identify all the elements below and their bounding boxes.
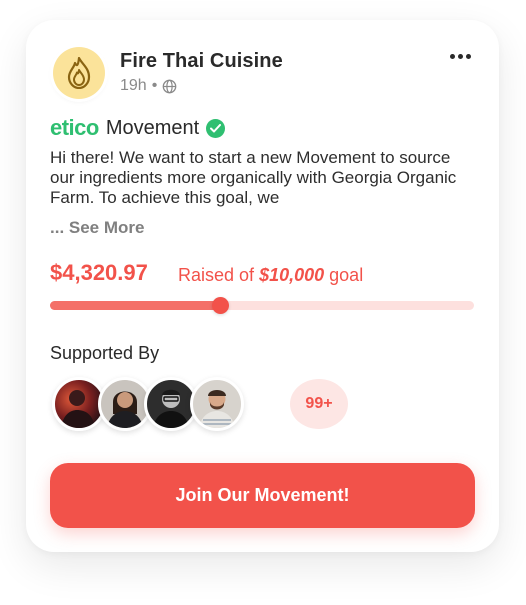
movement-description: Hi there! We want to start a new Movemen… (50, 148, 457, 207)
movement-label: Movement (105, 116, 200, 139)
business-name[interactable]: Fire Thai Cuisine (120, 50, 283, 73)
more-options-button[interactable] (450, 54, 471, 59)
goal-text: Raised of $10,000 goal (178, 265, 363, 286)
progress-handle[interactable] (211, 297, 229, 314)
goal-amount: $10,000 (259, 265, 325, 285)
goal-suffix: goal (329, 265, 364, 285)
movement-card: Fire Thai Cuisine 19h • etico Movement H… (26, 20, 499, 552)
meta-separator: • (151, 77, 158, 94)
etico-logo: etico (50, 115, 99, 140)
supporter-avatars: 99+ (52, 377, 352, 431)
more-supporters-badge[interactable]: 99+ (290, 379, 348, 429)
raised-amount: $4,320.97 (50, 260, 148, 285)
movement-header: etico Movement (50, 115, 226, 141)
funding-progress-bar (50, 297, 474, 314)
globe-icon (162, 79, 177, 93)
supported-by-heading: Supported By (50, 343, 160, 363)
join-movement-button[interactable]: Join Our Movement! (50, 463, 475, 528)
flame-icon (67, 57, 91, 89)
post-time: 19h (120, 77, 147, 94)
business-avatar[interactable] (53, 47, 105, 99)
more-horizontal-icon (450, 54, 455, 59)
post-meta: 19h • (120, 77, 177, 95)
goal-prefix: Raised of (178, 265, 255, 285)
supporter-avatar-4[interactable] (190, 377, 244, 431)
see-more-link[interactable]: ... See More (50, 218, 144, 238)
progress-fill (50, 301, 220, 310)
verified-check-icon (206, 118, 226, 138)
